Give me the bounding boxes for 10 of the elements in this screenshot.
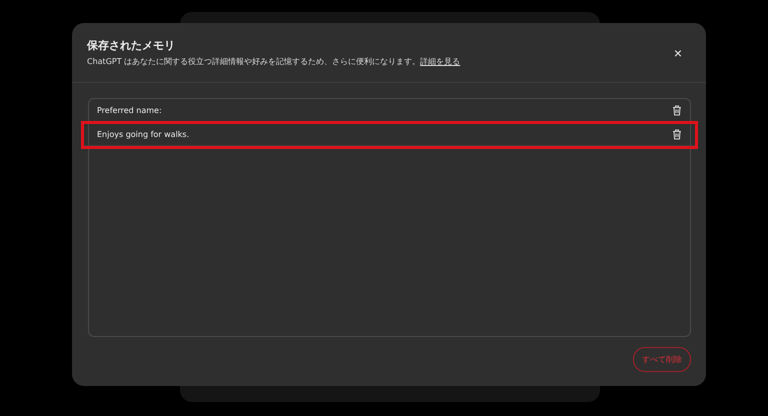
close-button[interactable]: × xyxy=(670,46,686,60)
dialog-description: ChatGPT はあなたに関する役立つ詳細情報や好みを記憶するため、さらに便利になります。 xyxy=(87,56,420,67)
memory-text: Enjoys going for walks. xyxy=(97,130,190,139)
trash-icon[interactable] xyxy=(672,129,682,140)
memory-row[interactable]: Preferred name: xyxy=(89,100,690,122)
learn-more-link[interactable]: 詳細を見る xyxy=(420,56,460,67)
memory-text: Preferred name: xyxy=(97,106,162,115)
memory-row[interactable]: Enjoys going for walks. xyxy=(84,124,695,146)
dialog-title: 保存されたメモリ xyxy=(87,38,176,53)
trash-icon[interactable] xyxy=(672,105,682,116)
